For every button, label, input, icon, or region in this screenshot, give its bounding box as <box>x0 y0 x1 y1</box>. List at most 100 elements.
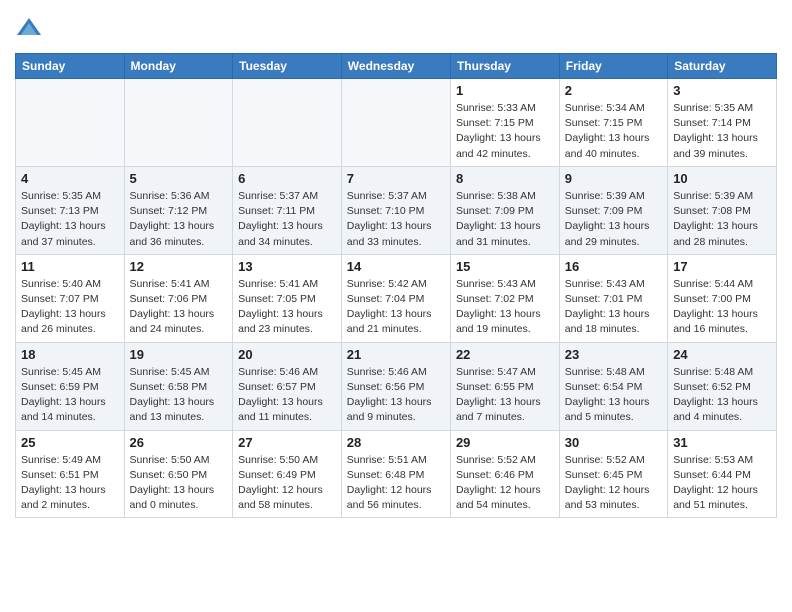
calendar-week-row: 11 Sunrise: 5:40 AM Sunset: 7:07 PM Dayli… <box>16 254 777 342</box>
day-info: Sunrise: 5:47 AM Sunset: 6:55 PM Dayligh… <box>456 365 554 426</box>
day-info: Sunrise: 5:48 AM Sunset: 6:54 PM Dayligh… <box>565 365 662 426</box>
day-number: 20 <box>238 347 336 362</box>
calendar-cell: 3 Sunrise: 5:35 AM Sunset: 7:14 PM Daylig… <box>668 79 777 167</box>
calendar-cell: 2Sunrise: 5:34 AM Sunset: 7:15 PM Daylig… <box>559 79 667 167</box>
logo <box>15 15 47 43</box>
day-info: Sunrise: 5:40 AM Sunset: 7:07 PM Dayligh… <box>21 277 119 338</box>
day-info: Sunrise: 5:38 AM Sunset: 7:09 PM Dayligh… <box>456 189 554 250</box>
calendar-cell: 6 Sunrise: 5:37 AM Sunset: 7:11 PM Daylig… <box>233 166 342 254</box>
calendar-week-row: 4Sunrise: 5:35 AM Sunset: 7:13 PM Daylig… <box>16 166 777 254</box>
day-number: 1 <box>456 83 554 98</box>
day-info: Sunrise: 5:43 AM Sunset: 7:02 PM Dayligh… <box>456 277 554 338</box>
calendar-cell: 30 Sunrise: 5:52 AM Sunset: 6:45 PM Dayli… <box>559 430 667 518</box>
calendar-cell: 15 Sunrise: 5:43 AM Sunset: 7:02 PM Dayli… <box>450 254 559 342</box>
day-info: Sunrise: 5:35 AM Sunset: 7:14 PM Dayligh… <box>673 101 771 162</box>
logo-icon <box>15 15 43 43</box>
calendar-cell: 20 Sunrise: 5:46 AM Sunset: 6:57 PM Dayli… <box>233 342 342 430</box>
day-number: 14 <box>347 259 445 274</box>
day-info: Sunrise: 5:51 AM Sunset: 6:48 PM Dayligh… <box>347 453 445 514</box>
calendar-cell <box>16 79 125 167</box>
calendar-cell: 21 Sunrise: 5:46 AM Sunset: 6:56 PM Dayli… <box>341 342 450 430</box>
weekday-header-row: SundayMondayTuesdayWednesdayThursdayFrid… <box>16 54 777 79</box>
calendar-cell: 7 Sunrise: 5:37 AM Sunset: 7:10 PM Daylig… <box>341 166 450 254</box>
day-info: Sunrise: 5:33 AM Sunset: 7:15 PM Dayligh… <box>456 101 554 162</box>
day-info: Sunrise: 5:35 AM Sunset: 7:13 PM Dayligh… <box>21 189 119 250</box>
weekday-header: Sunday <box>16 54 125 79</box>
calendar-week-row: 25 Sunrise: 5:49 AM Sunset: 6:51 PM Dayli… <box>16 430 777 518</box>
page-header <box>15 15 777 43</box>
day-info: Sunrise: 5:37 AM Sunset: 7:11 PM Dayligh… <box>238 189 336 250</box>
weekday-header: Friday <box>559 54 667 79</box>
day-info: Sunrise: 5:52 AM Sunset: 6:46 PM Dayligh… <box>456 453 554 514</box>
calendar-cell: 17Sunrise: 5:44 AM Sunset: 7:00 PM Dayli… <box>668 254 777 342</box>
calendar-cell: 22Sunrise: 5:47 AM Sunset: 6:55 PM Dayli… <box>450 342 559 430</box>
day-number: 24 <box>673 347 771 362</box>
day-number: 19 <box>130 347 228 362</box>
day-info: Sunrise: 5:42 AM Sunset: 7:04 PM Dayligh… <box>347 277 445 338</box>
day-number: 5 <box>130 171 228 186</box>
day-info: Sunrise: 5:41 AM Sunset: 7:05 PM Dayligh… <box>238 277 336 338</box>
day-number: 25 <box>21 435 119 450</box>
calendar-cell: 8 Sunrise: 5:38 AM Sunset: 7:09 PM Daylig… <box>450 166 559 254</box>
day-number: 30 <box>565 435 662 450</box>
day-info: Sunrise: 5:46 AM Sunset: 6:56 PM Dayligh… <box>347 365 445 426</box>
weekday-header: Monday <box>124 54 233 79</box>
calendar-cell: 23Sunrise: 5:48 AM Sunset: 6:54 PM Dayli… <box>559 342 667 430</box>
day-info: Sunrise: 5:45 AM Sunset: 6:59 PM Dayligh… <box>21 365 119 426</box>
day-number: 17 <box>673 259 771 274</box>
day-info: Sunrise: 5:46 AM Sunset: 6:57 PM Dayligh… <box>238 365 336 426</box>
calendar-cell: 27 Sunrise: 5:50 AM Sunset: 6:49 PM Dayli… <box>233 430 342 518</box>
calendar-cell: 31Sunrise: 5:53 AM Sunset: 6:44 PM Dayli… <box>668 430 777 518</box>
calendar-week-row: 18 Sunrise: 5:45 AM Sunset: 6:59 PM Dayli… <box>16 342 777 430</box>
calendar-table: SundayMondayTuesdayWednesdayThursdayFrid… <box>15 53 777 518</box>
day-number: 9 <box>565 171 662 186</box>
day-info: Sunrise: 5:49 AM Sunset: 6:51 PM Dayligh… <box>21 453 119 514</box>
day-info: Sunrise: 5:37 AM Sunset: 7:10 PM Dayligh… <box>347 189 445 250</box>
day-number: 26 <box>130 435 228 450</box>
calendar-cell: 26 Sunrise: 5:50 AM Sunset: 6:50 PM Dayli… <box>124 430 233 518</box>
calendar-cell <box>124 79 233 167</box>
calendar-cell: 10 Sunrise: 5:39 AM Sunset: 7:08 PM Dayli… <box>668 166 777 254</box>
calendar-cell: 29 Sunrise: 5:52 AM Sunset: 6:46 PM Dayli… <box>450 430 559 518</box>
weekday-header: Wednesday <box>341 54 450 79</box>
day-number: 6 <box>238 171 336 186</box>
day-number: 11 <box>21 259 119 274</box>
day-number: 15 <box>456 259 554 274</box>
day-number: 10 <box>673 171 771 186</box>
day-number: 21 <box>347 347 445 362</box>
weekday-header: Saturday <box>668 54 777 79</box>
day-number: 16 <box>565 259 662 274</box>
calendar-cell: 14 Sunrise: 5:42 AM Sunset: 7:04 PM Dayli… <box>341 254 450 342</box>
weekday-header: Tuesday <box>233 54 342 79</box>
calendar-cell: 4Sunrise: 5:35 AM Sunset: 7:13 PM Daylig… <box>16 166 125 254</box>
day-info: Sunrise: 5:34 AM Sunset: 7:15 PM Dayligh… <box>565 101 662 162</box>
day-number: 29 <box>456 435 554 450</box>
day-number: 18 <box>21 347 119 362</box>
day-info: Sunrise: 5:48 AM Sunset: 6:52 PM Dayligh… <box>673 365 771 426</box>
calendar-cell: 12Sunrise: 5:41 AM Sunset: 7:06 PM Dayli… <box>124 254 233 342</box>
calendar-cell: 18 Sunrise: 5:45 AM Sunset: 6:59 PM Dayli… <box>16 342 125 430</box>
day-info: Sunrise: 5:45 AM Sunset: 6:58 PM Dayligh… <box>130 365 228 426</box>
calendar-cell: 1 Sunrise: 5:33 AM Sunset: 7:15 PM Daylig… <box>450 79 559 167</box>
day-number: 12 <box>130 259 228 274</box>
day-info: Sunrise: 5:43 AM Sunset: 7:01 PM Dayligh… <box>565 277 662 338</box>
day-info: Sunrise: 5:53 AM Sunset: 6:44 PM Dayligh… <box>673 453 771 514</box>
calendar-cell: 28Sunrise: 5:51 AM Sunset: 6:48 PM Dayli… <box>341 430 450 518</box>
calendar-cell: 5 Sunrise: 5:36 AM Sunset: 7:12 PM Daylig… <box>124 166 233 254</box>
calendar-cell: 11 Sunrise: 5:40 AM Sunset: 7:07 PM Dayli… <box>16 254 125 342</box>
day-number: 3 <box>673 83 771 98</box>
calendar-cell <box>233 79 342 167</box>
day-number: 7 <box>347 171 445 186</box>
day-number: 8 <box>456 171 554 186</box>
calendar-cell: 25 Sunrise: 5:49 AM Sunset: 6:51 PM Dayli… <box>16 430 125 518</box>
day-number: 27 <box>238 435 336 450</box>
day-info: Sunrise: 5:50 AM Sunset: 6:49 PM Dayligh… <box>238 453 336 514</box>
day-info: Sunrise: 5:39 AM Sunset: 7:08 PM Dayligh… <box>673 189 771 250</box>
calendar-cell: 24 Sunrise: 5:48 AM Sunset: 6:52 PM Dayli… <box>668 342 777 430</box>
day-info: Sunrise: 5:39 AM Sunset: 7:09 PM Dayligh… <box>565 189 662 250</box>
day-info: Sunrise: 5:36 AM Sunset: 7:12 PM Dayligh… <box>130 189 228 250</box>
calendar-cell: 19 Sunrise: 5:45 AM Sunset: 6:58 PM Dayli… <box>124 342 233 430</box>
day-info: Sunrise: 5:50 AM Sunset: 6:50 PM Dayligh… <box>130 453 228 514</box>
calendar-cell <box>341 79 450 167</box>
day-info: Sunrise: 5:52 AM Sunset: 6:45 PM Dayligh… <box>565 453 662 514</box>
